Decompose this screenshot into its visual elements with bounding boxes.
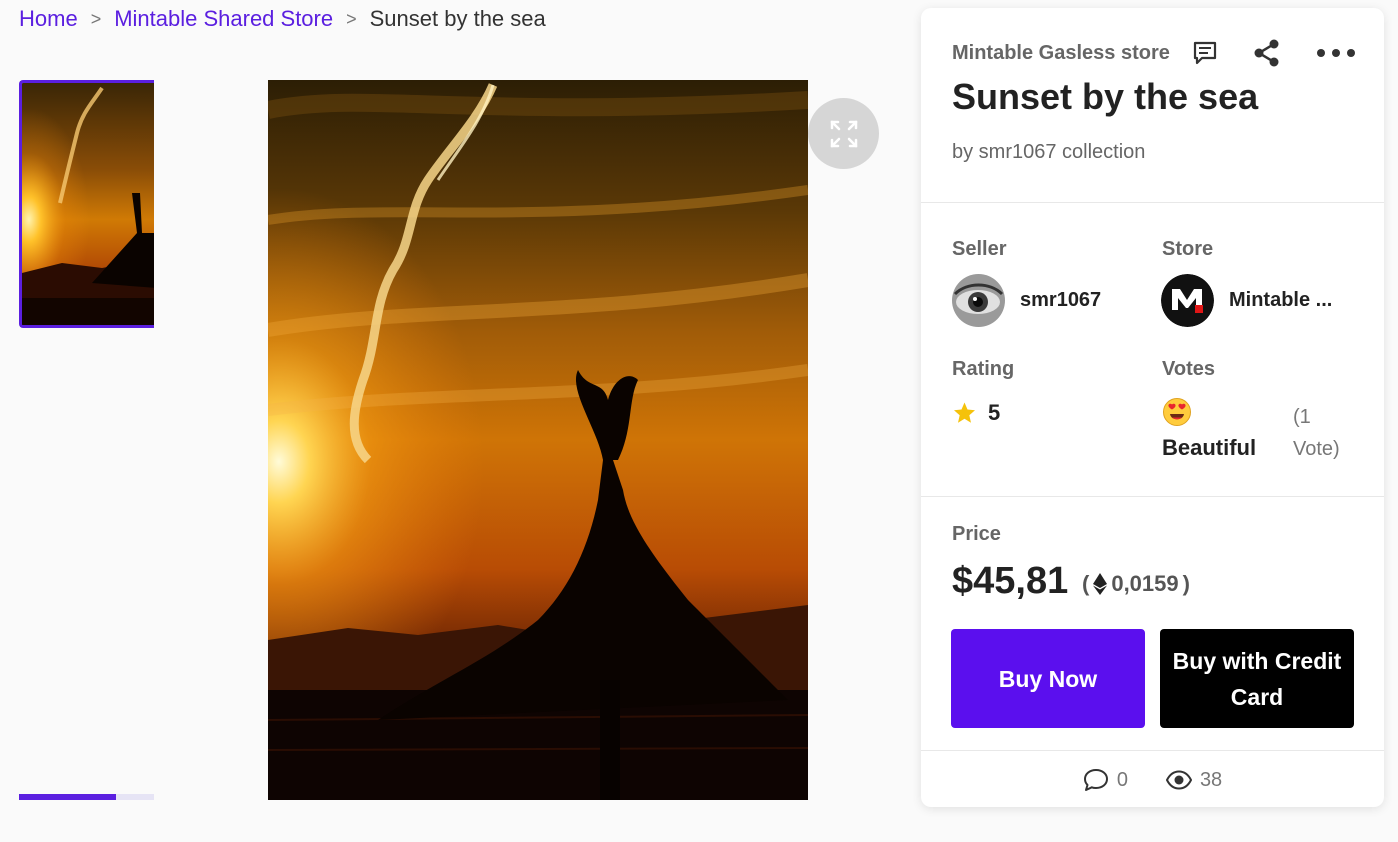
comment-button[interactable] [1190, 38, 1220, 68]
rating-label: Rating [952, 358, 1015, 380]
mintable-logo-icon [1161, 274, 1214, 327]
sunset-main-image [268, 80, 808, 800]
gallery-progress-bar [19, 794, 154, 800]
store-name[interactable]: Mintable Gasless store [952, 42, 1170, 65]
main-image[interactable] [268, 80, 808, 800]
breadcrumb-separator: > [346, 8, 357, 29]
more-icon [1317, 49, 1355, 57]
panel-actions [1190, 38, 1356, 68]
rating-row: 5 [952, 400, 1000, 426]
eye-icon [1165, 770, 1192, 790]
price-eth: ( 0,0159 ) [1082, 571, 1190, 597]
divider [921, 750, 1384, 751]
expand-button[interactable] [808, 98, 879, 169]
share-button[interactable] [1252, 38, 1282, 68]
seller-label: Seller [952, 238, 1007, 260]
item-details-panel: Mintable Gasless store Sunset by the sea… [921, 8, 1384, 807]
rating-value: 5 [988, 400, 1001, 425]
view-count-value: 38 [1199, 768, 1223, 791]
seller-profile[interactable]: smr1067 [952, 274, 1101, 327]
breadcrumb: Home > Mintable Shared Store > Sunset by… [19, 6, 546, 32]
store-name-value: Mintable ... [1229, 289, 1333, 311]
votes-label: Votes [1162, 358, 1215, 380]
sunset-thumbnail-image [22, 83, 154, 325]
price-eth-value: 0,0159 [1111, 571, 1179, 596]
gallery-progress-fill [19, 794, 117, 800]
breadcrumb-current: Sunset by the sea [369, 6, 546, 31]
buy-with-credit-card-button[interactable]: Buy with Credit Card [1160, 629, 1354, 728]
vote-count: (1 Vote) [1293, 406, 1340, 460]
breadcrumb-store-link[interactable]: Mintable Shared Store [114, 6, 333, 32]
comment-count-value: 0 [1116, 768, 1128, 791]
more-button[interactable] [1316, 38, 1356, 68]
price-label: Price [952, 523, 1001, 545]
expand-icon [830, 120, 857, 147]
seller-name: smr1067 [1020, 289, 1102, 311]
divider [921, 202, 1384, 203]
price-eth-open: ( [1082, 571, 1090, 596]
view-count: 38 [1165, 768, 1223, 792]
comment-icon [1193, 41, 1217, 65]
thumbnail-selected[interactable] [19, 80, 154, 328]
avatar [952, 274, 1005, 327]
buy-now-button[interactable]: Buy Now [951, 629, 1145, 728]
price-usd: $45,81 [952, 560, 1069, 602]
heart-eyes-emoji-icon[interactable] [1162, 397, 1192, 427]
breadcrumb-separator: > [90, 8, 102, 29]
vote-word: Beautiful [1162, 435, 1257, 460]
ethereum-icon [1093, 573, 1108, 595]
store-profile[interactable]: Mintable ... [1161, 274, 1351, 327]
comment-count[interactable]: 0 [1083, 768, 1128, 792]
item-stats: 0 38 [921, 768, 1384, 792]
comment-bubble-icon [1083, 769, 1108, 791]
eye-avatar-icon [952, 274, 1005, 327]
breadcrumb-home-link[interactable]: Home [19, 6, 78, 32]
star-icon [954, 402, 975, 423]
price-eth-close: ) [1182, 571, 1190, 596]
item-title: Sunset by the sea [952, 76, 1259, 117]
share-icon [1254, 39, 1279, 67]
item-byline[interactable]: by smr1067 collection [952, 141, 1145, 164]
store-logo [1161, 274, 1214, 327]
divider [921, 496, 1384, 497]
store-label: Store [1162, 238, 1214, 260]
